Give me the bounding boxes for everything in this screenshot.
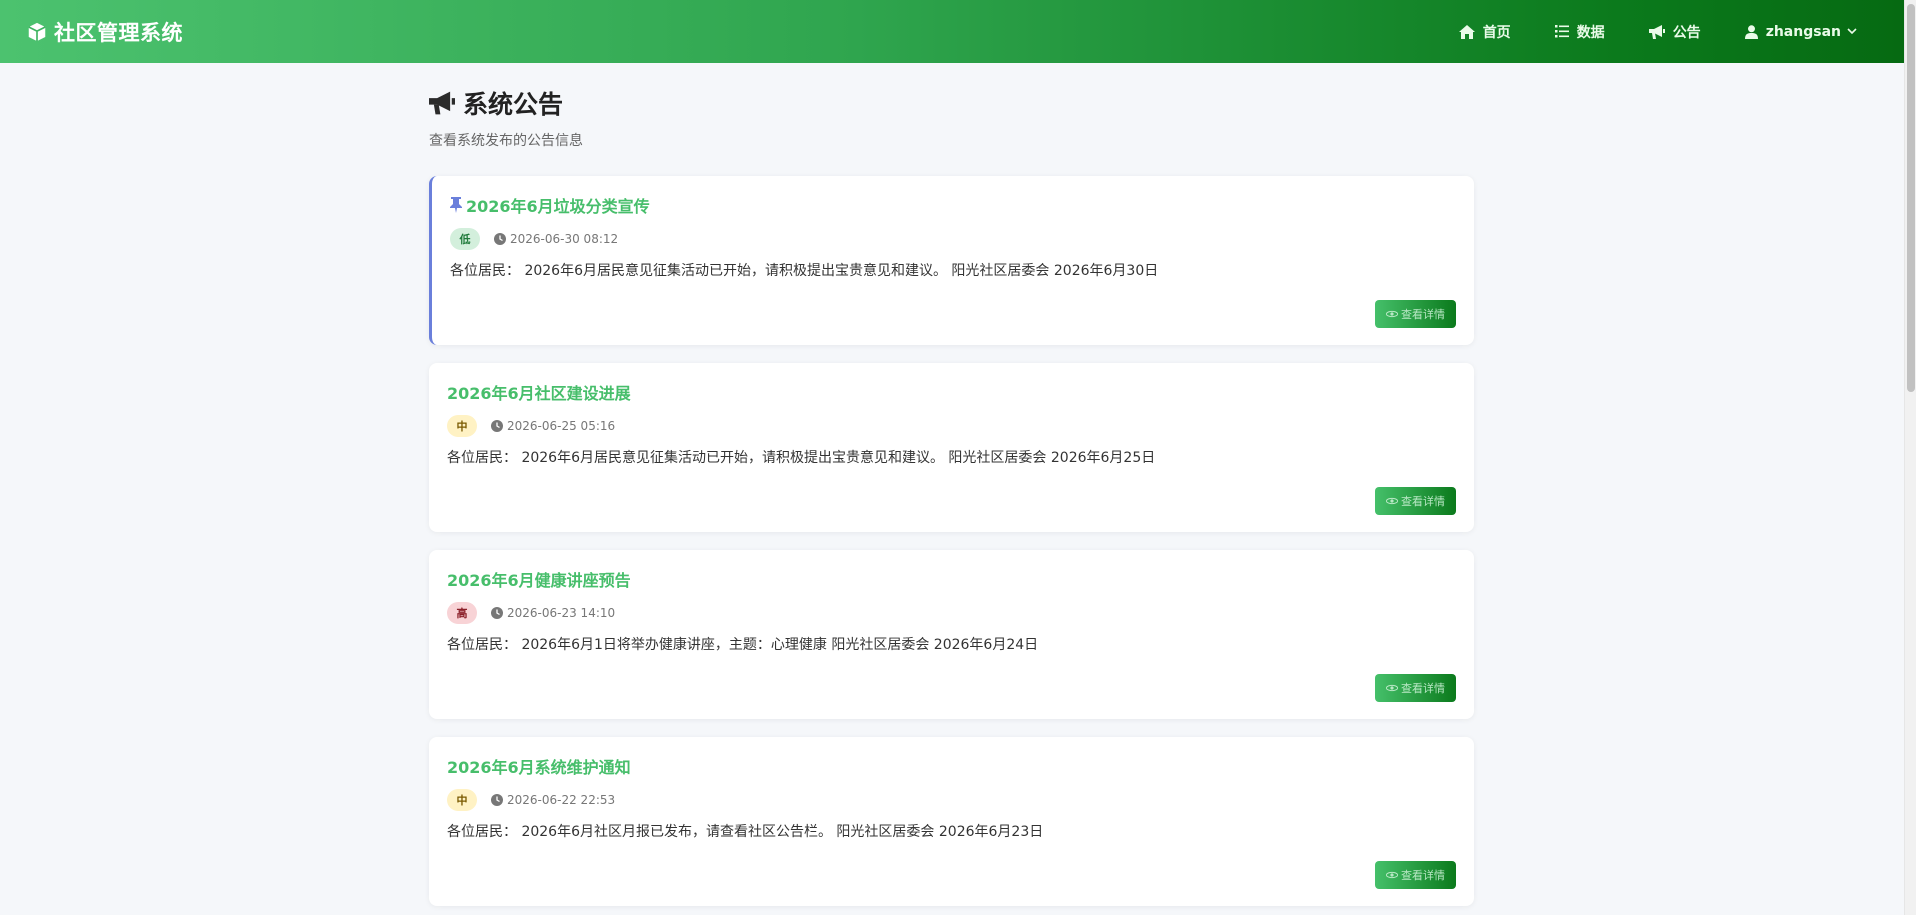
priority-badge: 低 xyxy=(450,228,480,250)
view-details-button[interactable]: 查看详情 xyxy=(1375,674,1456,702)
announcement-time: 2026-06-30 08:12 xyxy=(494,232,618,246)
priority-badge: 中 xyxy=(447,415,477,437)
vertical-scrollbar[interactable] xyxy=(1904,0,1916,915)
home-icon xyxy=(1458,24,1475,39)
view-details-button[interactable]: 查看详情 xyxy=(1375,861,1456,889)
clock-icon xyxy=(491,420,503,432)
nav-item-announcements[interactable]: 公告 xyxy=(1648,22,1701,42)
nav-item-home[interactable]: 首页 xyxy=(1458,22,1511,42)
time-text: 2026-06-22 22:53 xyxy=(507,793,616,807)
time-text: 2026-06-23 14:10 xyxy=(507,606,616,620)
priority-badge: 高 xyxy=(447,602,477,624)
button-label: 查看详情 xyxy=(1401,869,1445,882)
time-text: 2026-06-30 08:12 xyxy=(510,232,619,246)
announcement-title[interactable]: 2026年6月系统维护通知 xyxy=(447,755,1456,777)
user-menu[interactable]: zhangsan xyxy=(1744,23,1857,40)
announcement-meta: 中 2026-06-25 05:16 xyxy=(447,415,1456,437)
page-subtitle: 查看系统发布的公告信息 xyxy=(429,133,583,149)
eye-icon xyxy=(1386,684,1398,692)
view-details-button[interactable]: 查看详情 xyxy=(1375,487,1456,515)
user-icon xyxy=(1744,24,1758,39)
scrollbar-thumb[interactable] xyxy=(1907,4,1915,392)
announcement-meta: 低 2026-06-30 08:12 xyxy=(450,228,1456,250)
announcement-title-text: 2026年6月社区建设进展 xyxy=(447,384,631,403)
announcement-card: 2026年6月健康讲座预告 高 2026-06-23 14:10 各位居民： 2… xyxy=(429,550,1474,719)
nav-item-label: 公告 xyxy=(1672,24,1701,41)
time-text: 2026-06-25 05:16 xyxy=(507,419,616,433)
top-navbar: 社区管理系统 首页 数据 公告 zhangsan xyxy=(0,0,1904,63)
announcement-title-text: 2026年6月系统维护通知 xyxy=(447,758,631,777)
announcement-time: 2026-06-25 05:16 xyxy=(491,419,615,433)
announcement-content: 各位居民： 2026年6月社区月报已发布，请查看社区公告栏。 阳光社区居委会 2… xyxy=(447,824,1044,840)
main-content: 系统公告 查看系统发布的公告信息 2026年6月垃圾分类宣传 低 2026-06… xyxy=(429,63,1474,906)
button-label: 查看详情 xyxy=(1401,495,1445,508)
announcement-title[interactable]: 2026年6月社区建设进展 xyxy=(447,381,1456,403)
announcement-content: 各位居民： 2026年6月居民意见征集活动已开始，请积极提出宝贵意见和建议。 阳… xyxy=(450,263,1159,279)
announcement-time: 2026-06-23 14:10 xyxy=(491,606,615,620)
announcement-meta: 中 2026-06-22 22:53 xyxy=(447,789,1456,811)
clock-icon xyxy=(491,607,503,619)
username: zhangsan xyxy=(1765,23,1841,40)
button-label: 查看详情 xyxy=(1401,682,1445,695)
bullhorn-icon xyxy=(429,91,455,115)
cube-icon xyxy=(28,22,46,41)
eye-icon xyxy=(1386,497,1398,505)
announcement-card: 2026年6月社区建设进展 中 2026-06-25 05:16 各位居民： 2… xyxy=(429,363,1474,532)
announcement-title-text: 2026年6月健康讲座预告 xyxy=(447,571,631,590)
priority-badge: 中 xyxy=(447,789,477,811)
announcement-time: 2026-06-22 22:53 xyxy=(491,793,615,807)
nav-item-label: 数据 xyxy=(1576,24,1605,41)
brand[interactable]: 社区管理系统 xyxy=(26,17,183,47)
view-details-button[interactable]: 查看详情 xyxy=(1375,300,1456,328)
announcement-content: 各位居民： 2026年6月1日将举办健康讲座，主题：心理健康 阳光社区居委会 2… xyxy=(447,637,1039,653)
nav-item-data[interactable]: 数据 xyxy=(1554,22,1605,42)
announcement-title[interactable]: 2026年6月垃圾分类宣传 xyxy=(450,194,1456,216)
announcement-content: 各位居民： 2026年6月居民意见征集活动已开始，请积极提出宝贵意见和建议。 阳… xyxy=(447,450,1156,466)
button-label: 查看详情 xyxy=(1401,308,1445,321)
announcement-meta: 高 2026-06-23 14:10 xyxy=(447,602,1456,624)
clock-icon xyxy=(491,794,503,806)
pin-icon xyxy=(450,197,462,213)
announcement-card: 2026年6月垃圾分类宣传 低 2026-06-30 08:12 各位居民： 2… xyxy=(429,176,1474,345)
announcement-card: 2026年6月系统维护通知 中 2026-06-22 22:53 各位居民： 2… xyxy=(429,737,1474,906)
page-header: 系统公告 查看系统发布的公告信息 xyxy=(429,63,1474,150)
bullhorn-icon xyxy=(1648,24,1665,39)
page-title-text: 系统公告 xyxy=(463,90,564,119)
chevron-down-icon xyxy=(1847,28,1857,35)
page-title: 系统公告 xyxy=(429,86,1474,120)
list-icon xyxy=(1554,25,1569,38)
clock-icon xyxy=(494,233,506,245)
eye-icon xyxy=(1386,871,1398,879)
announcement-title[interactable]: 2026年6月健康讲座预告 xyxy=(447,568,1456,590)
announcement-title-text: 2026年6月垃圾分类宣传 xyxy=(466,197,650,216)
nav-item-label: 首页 xyxy=(1482,24,1511,41)
eye-icon xyxy=(1386,310,1398,318)
brand-title: 社区管理系统 xyxy=(54,20,183,45)
